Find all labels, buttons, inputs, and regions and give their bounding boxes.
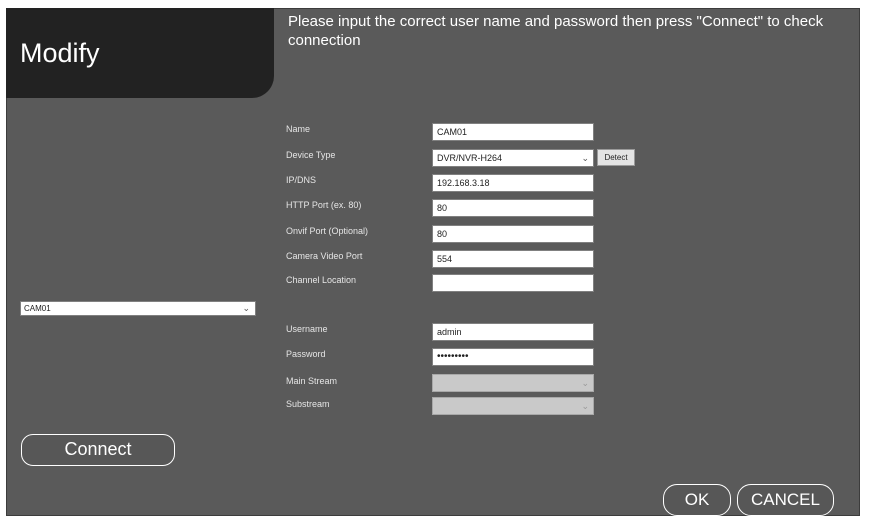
onvif-port-field[interactable]: 80 [432,225,594,243]
password-label: Password [286,349,326,359]
instruction-text: Please input the correct user name and p… [288,13,824,49]
channel-location-label: Channel Location [286,275,357,285]
camera-select[interactable]: CAM01 ⌄ [20,301,256,316]
http-port-field[interactable]: 80 [432,199,594,217]
username-field[interactable]: admin [432,323,594,341]
chevron-down-icon: ⌄ [581,378,589,388]
detect-button[interactable]: Detect [597,149,635,166]
ip-dns-field[interactable]: 192.168.3.18 [432,174,594,192]
device-type-value: DVR/NVR-H264 [437,153,503,163]
cancel-button[interactable]: CANCEL [737,484,834,516]
password-field[interactable]: ••••••••• [432,348,594,366]
camera-video-port-field[interactable]: 554 [432,250,594,268]
device-type-label: Device Type [286,150,336,160]
http-port-label: HTTP Port (ex. 80) [286,200,362,210]
ok-button[interactable]: OK [663,484,731,516]
camera-video-port-label: Camera Video Port [286,251,363,261]
channel-location-field[interactable] [432,274,594,292]
substream-select[interactable]: ⌄ [432,397,594,415]
main-stream-label: Main Stream [286,376,338,386]
main-stream-select[interactable]: ⌄ [432,374,594,392]
page-title: Modify [20,38,100,68]
connect-button[interactable]: Connect [21,434,175,466]
substream-label: Substream [286,399,330,409]
chevron-down-icon: ⌄ [581,153,589,163]
ip-dns-label: IP/DNS [286,175,317,185]
username-label: Username [286,324,328,334]
camera-select-value: CAM01 [24,304,51,313]
chevron-down-icon: ⌄ [242,303,250,313]
name-field[interactable]: CAM01 [432,123,594,141]
name-label: Name [286,124,311,134]
chevron-down-icon: ⌄ [581,401,589,411]
onvif-port-label: Onvif Port (Optional) [286,226,369,236]
device-type-select[interactable]: DVR/NVR-H264 ⌄ [432,149,594,167]
